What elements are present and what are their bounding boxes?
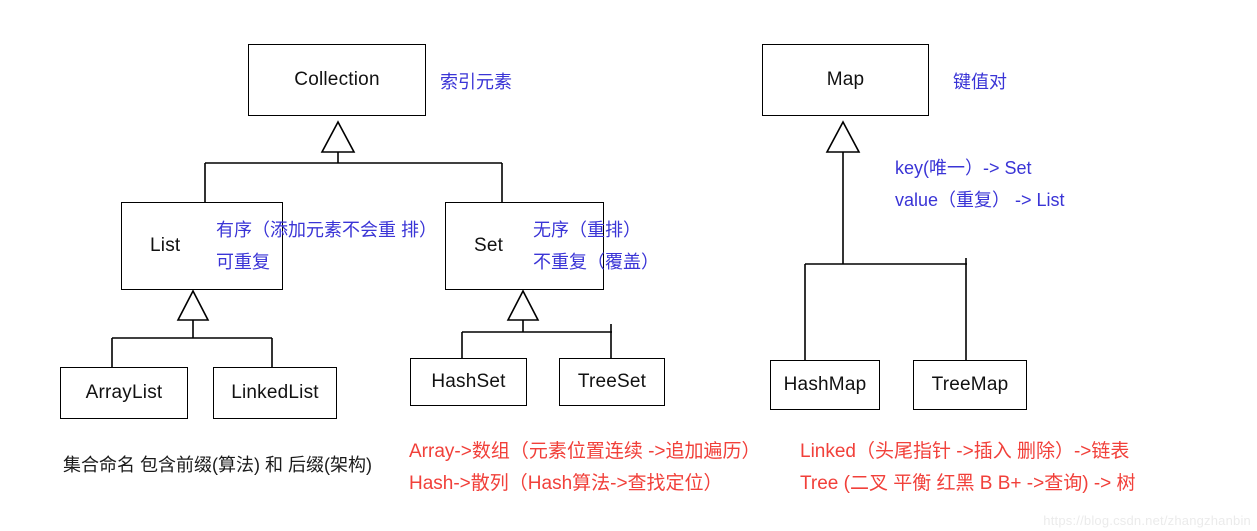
inheritance-triangle-list xyxy=(176,289,210,321)
annotation-collection-note-line: 索引元素 xyxy=(440,72,512,92)
annotation-list-note: 有序（添加元素不会重 排） 可重复 xyxy=(216,214,437,278)
node-linkedlist-label: LinkedList xyxy=(231,382,319,403)
node-map-label: Map xyxy=(826,69,865,90)
node-treemap[interactable]: TreeMap xyxy=(913,360,1027,410)
annotation-set-note-line1: 无序（重排） xyxy=(533,220,641,240)
annotation-prefix-tree: Tree (二叉 平衡 红黑 B B+ ->查询) -> 树 xyxy=(800,473,1136,494)
node-hashmap-label: HashMap xyxy=(783,374,867,395)
annotation-list-note-line1: 有序（添加元素不会重 排） xyxy=(216,220,437,240)
annotation-naming-rule-line: 集合命名 包含前缀(算法) 和 后缀(架构) xyxy=(63,455,372,475)
node-map[interactable]: Map xyxy=(762,44,929,116)
annotation-collection-note: 索引元素 xyxy=(440,66,512,98)
inheritance-triangle-set xyxy=(506,289,540,321)
annotation-list-note-line2: 可重复 xyxy=(216,252,270,272)
node-collection-label: Collection xyxy=(294,69,380,90)
node-linkedlist[interactable]: LinkedList xyxy=(213,367,337,419)
node-collection[interactable]: Collection xyxy=(248,44,426,116)
annotation-map-note-line: 键值对 xyxy=(953,72,1007,92)
annotation-set-note: 无序（重排） 不重复（覆盖） xyxy=(533,214,659,278)
node-set-label: Set xyxy=(474,235,504,256)
node-hashmap[interactable]: HashMap xyxy=(770,360,880,410)
node-treeset-label: TreeSet xyxy=(577,371,647,392)
annotation-prefix-array: Array->数组（元素位置连续 ->追加遍历） xyxy=(409,441,761,462)
annotation-prefix-hash: Hash->散列（Hash算法->查找定位） xyxy=(409,473,723,494)
node-treeset[interactable]: TreeSet xyxy=(559,358,665,406)
node-hashset[interactable]: HashSet xyxy=(410,358,527,406)
diagram-canvas: Collection 索引元素 List 有序（添加元素不会重 排） 可重复 S… xyxy=(0,0,1257,531)
annotation-set-note-line2: 不重复（覆盖） xyxy=(533,252,659,272)
annotation-prefix-group-right: Linked（头尾指针 ->插入 删除）->链表 Tree (二叉 平衡 红黑 … xyxy=(800,436,1136,500)
annotation-map-keyvalue: key(唯一）-> Set value（重复） -> List xyxy=(895,152,1065,216)
watermark: https://blog.csdn.net/zhangzhanbin xyxy=(1043,513,1251,528)
annotation-naming-rule: 集合命名 包含前缀(算法) 和 后缀(架构) xyxy=(63,450,372,480)
annotation-map-note: 键值对 xyxy=(953,66,1007,98)
node-arraylist[interactable]: ArrayList xyxy=(60,367,188,419)
node-list-label: List xyxy=(150,235,181,256)
node-treemap-label: TreeMap xyxy=(931,374,1009,395)
inheritance-triangle-map xyxy=(825,120,861,153)
node-hashset-label: HashSet xyxy=(431,371,506,392)
annotation-map-key-line: key(唯一）-> Set xyxy=(895,158,1032,178)
inheritance-triangle-collection xyxy=(320,120,356,153)
node-arraylist-label: ArrayList xyxy=(85,382,163,403)
annotation-prefix-group-left: Array->数组（元素位置连续 ->追加遍历） Hash->散列（Hash算法… xyxy=(409,436,761,500)
annotation-prefix-linked: Linked（头尾指针 ->插入 删除）->链表 xyxy=(800,441,1130,462)
annotation-map-value-line: value（重复） -> List xyxy=(895,190,1065,210)
